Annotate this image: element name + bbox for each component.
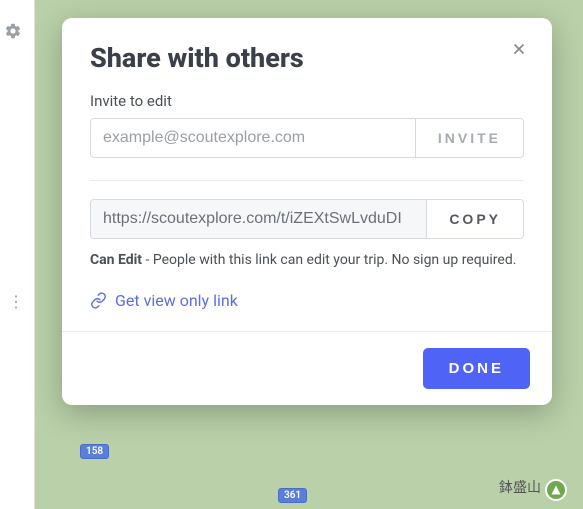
- done-button[interactable]: DONE: [423, 348, 530, 389]
- get-view-only-link[interactable]: Get view only link: [90, 291, 238, 310]
- share-link-row: COPY: [90, 199, 524, 239]
- peak-label: 鉢盛山: [499, 477, 541, 497]
- permission-level: Can Edit: [90, 252, 142, 268]
- link-icon: [90, 292, 107, 309]
- permission-text: Can Edit - People with this link can edi…: [90, 249, 524, 273]
- invite-button[interactable]: INVITE: [415, 119, 523, 157]
- more-icon[interactable]: ⋮: [8, 292, 22, 311]
- share-url-input[interactable]: [91, 200, 426, 238]
- invite-label: Invite to edit: [90, 92, 524, 110]
- invite-row: INVITE: [90, 118, 524, 158]
- road-label: 158: [80, 444, 109, 459]
- modal-footer: DONE: [62, 331, 552, 405]
- road-label: 361: [278, 488, 307, 503]
- close-icon: [510, 40, 528, 58]
- view-only-link-label: Get view only link: [115, 291, 238, 310]
- gear-icon[interactable]: [4, 22, 22, 44]
- email-input[interactable]: [91, 119, 415, 157]
- copy-button[interactable]: COPY: [426, 200, 523, 238]
- close-button[interactable]: [506, 36, 532, 65]
- divider: [90, 180, 524, 181]
- share-modal: Share with others Invite to edit INVITE …: [62, 18, 552, 405]
- permission-description: - People with this link can edit your tr…: [142, 252, 516, 268]
- mountain-icon: [545, 479, 567, 501]
- modal-title: Share with others: [90, 42, 524, 74]
